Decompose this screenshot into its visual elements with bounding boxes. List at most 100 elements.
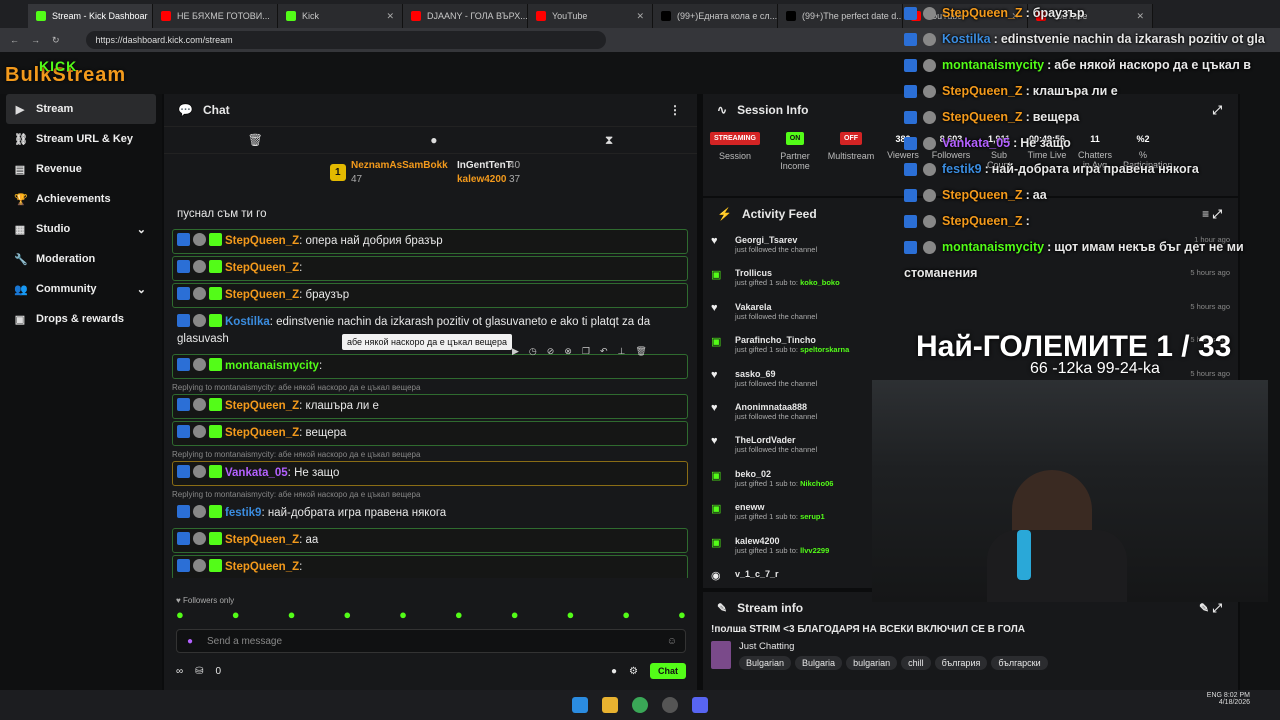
activity-target[interactable]: llvv2299 [800, 546, 829, 555]
discord-icon[interactable] [692, 697, 708, 713]
chat-username[interactable]: StepQueen_Z [225, 427, 299, 439]
delete-icon[interactable]: 🗑 [635, 346, 646, 357]
sidebar-item[interactable]: ▣ Drops & rewards [0, 304, 162, 334]
emote-icon[interactable]: ● [678, 607, 686, 622]
chat-message[interactable]: StepQueen_Z: клашъра ли е [172, 394, 688, 419]
stream-tag[interactable]: Bulgarian [739, 656, 792, 670]
mic-icon[interactable]: ● [187, 636, 193, 647]
chat-username[interactable]: Vankata_05 [225, 467, 288, 479]
chat-message[interactable]: Vankata_05: Не защо [172, 461, 688, 486]
close-icon[interactable]: ✕ [636, 11, 644, 22]
chat-username[interactable]: montanaismycity [225, 360, 319, 372]
stream-tag[interactable]: български [991, 656, 1048, 670]
emote-icon[interactable]: ● [622, 607, 630, 622]
url-field[interactable]: https://dashboard.kick.com/stream [85, 31, 606, 49]
chat-message[interactable]: StepQueen_Z: [172, 256, 688, 281]
browser-tab[interactable]: (99+)Едната кола е сл...✕ [653, 4, 778, 28]
sidebar-item[interactable]: ▦ Studio ⌄ [0, 214, 162, 244]
activity-user[interactable]: Anonimnataa888 [735, 402, 817, 412]
edit-icon[interactable]: ✎ ⤢ [1199, 601, 1222, 616]
stream-tag[interactable]: Bulgaria [795, 656, 843, 670]
obs-icon[interactable] [662, 697, 678, 713]
chrome-icon[interactable] [632, 697, 648, 713]
activity-target[interactable]: koko_boko [800, 278, 840, 287]
chat-username[interactable]: StepQueen_Z [225, 235, 299, 247]
ban-icon[interactable]: ⊗ [564, 346, 572, 357]
chat-message[interactable]: StepQueen_Z: браузър [172, 283, 688, 308]
emote-icon[interactable]: ● [176, 607, 184, 622]
emote-icon[interactable]: ● [511, 607, 519, 622]
more-options-icon[interactable]: ⋮ [669, 103, 681, 117]
chat-message[interactable]: пуснал съм ти го [172, 202, 688, 227]
activity-user[interactable]: beko_02 [735, 469, 833, 479]
chevron-down-icon[interactable]: ⌄ [137, 223, 146, 236]
stream-tag[interactable]: chill [901, 656, 931, 670]
activity-target[interactable]: serup1 [800, 512, 825, 521]
chat-username[interactable]: StepQueen_Z [225, 561, 299, 573]
sidebar-item[interactable]: ▤ Revenue [0, 154, 162, 184]
chat-message[interactable]: StepQueen_Z: вещера [172, 421, 688, 446]
emote-icon[interactable]: ● [566, 607, 574, 622]
sidebar-item[interactable]: ▶ Stream [6, 94, 156, 124]
chat-username[interactable]: Kostilka [225, 316, 270, 328]
windows-start-icon[interactable] [572, 697, 588, 713]
emote-icon[interactable]: ● [343, 607, 351, 622]
reply-icon[interactable]: ↶ [600, 346, 608, 357]
play-icon[interactable]: ▶ [512, 346, 519, 357]
chat-input[interactable]: ● Send a message ☺ [176, 629, 686, 653]
chat-message[interactable]: festik9: най-добрата игра правена някога [172, 501, 688, 526]
browser-tab[interactable]: DJAANY - ГОЛА ВЪРХ...✕ [403, 4, 528, 28]
activity-user[interactable]: TheLordVader [735, 435, 817, 445]
hourglass-icon[interactable]: ⧗ [605, 133, 613, 148]
stream-tag[interactable]: българия [934, 656, 988, 670]
browser-tab[interactable]: Kick ✕ [278, 4, 403, 28]
activity-user[interactable]: v_1_c_7_r [735, 569, 779, 579]
chat-username[interactable]: StepQueen_Z [225, 262, 299, 274]
emote-icon[interactable]: ● [399, 607, 407, 622]
comment-icon[interactable]: ● [430, 133, 437, 147]
sidebar-item[interactable]: ⛓ Stream URL & Key [0, 124, 162, 154]
chat-username[interactable]: StepQueen_Z [225, 534, 299, 546]
browser-tab[interactable]: НЕ БЯХМЕ ГОТОВИ...✕ [153, 4, 278, 28]
chat-username[interactable]: StepQueen_Z [225, 289, 299, 301]
activity-user[interactable]: Trollicus [735, 268, 840, 278]
reload-icon[interactable]: ↻ [52, 35, 60, 46]
sidebar-item[interactable]: 🏆 Achievements [0, 184, 162, 214]
activity-target[interactable]: speltorskarna [800, 345, 849, 354]
close-icon[interactable]: ✕ [386, 11, 394, 22]
sidebar-item[interactable]: 👥 Community ⌄ [0, 274, 162, 304]
activity-user[interactable]: Parafincho_Tincho [735, 335, 849, 345]
activity-user[interactable]: sasko_69 [735, 369, 817, 379]
clock-icon[interactable]: ◷ [529, 346, 537, 357]
activity-user[interactable]: Vakarela [735, 302, 817, 312]
sidebar-item[interactable]: 🔧 Moderation [0, 244, 162, 274]
chat-message[interactable]: StepQueen_Z: аа [172, 528, 688, 553]
comment-icon[interactable]: ● [611, 666, 617, 677]
emote-icon[interactable]: ● [455, 607, 463, 622]
browser-tab[interactable]: Stream - Kick Dashboar✕ [28, 4, 153, 28]
chat-message[interactable]: StepQueen_Z: [172, 555, 688, 578]
slash-icon[interactable]: ⊘ [547, 346, 555, 357]
activity-user[interactable]: eneww [735, 502, 825, 512]
emoji-icon[interactable]: ☺ [667, 636, 677, 647]
copy-icon[interactable]: ❐ [582, 346, 590, 357]
back-icon[interactable]: ← [10, 35, 19, 45]
chevron-down-icon[interactable]: ⌄ [137, 283, 146, 296]
browser-tab[interactable]: (99+)The perfect date d...✕ [778, 4, 903, 28]
chat-username[interactable]: festik9 [225, 507, 261, 519]
settings-icon[interactable]: ⚙ [629, 666, 638, 677]
chat-send-button[interactable]: Chat [650, 663, 686, 679]
activity-target[interactable]: Nikcho06 [800, 479, 833, 488]
pin-icon[interactable]: ⊥ [618, 346, 626, 357]
link-icon[interactable]: ∞ [176, 666, 183, 677]
trash-icon[interactable]: 🗑 [248, 133, 263, 147]
browser-tab[interactable]: YouTube ✕ [528, 4, 653, 28]
stream-tag[interactable]: bulgarian [846, 656, 898, 670]
file-explorer-icon[interactable] [602, 697, 618, 713]
activity-user[interactable]: kalew4200 [735, 536, 829, 546]
emote-icon[interactable]: ● [288, 607, 296, 622]
chat-username[interactable]: StepQueen_Z [225, 400, 299, 412]
activity-user[interactable]: Georgi_Tsarev [735, 235, 817, 245]
emote-icon[interactable]: ● [232, 607, 240, 622]
forward-icon[interactable]: → [31, 35, 40, 45]
